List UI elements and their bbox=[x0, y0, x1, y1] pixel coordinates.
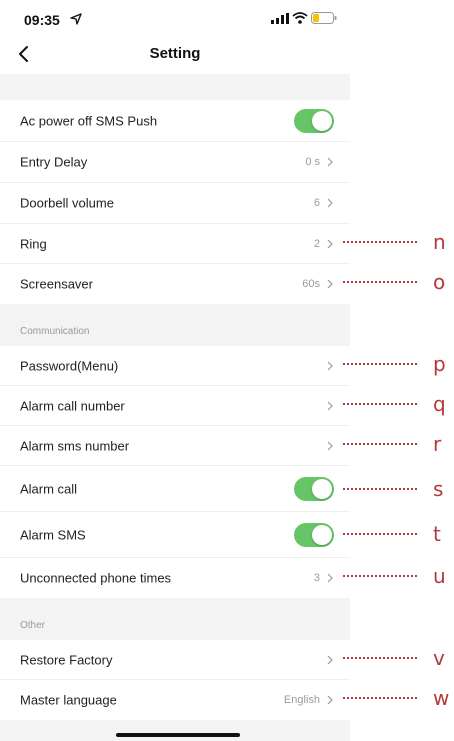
row-doorbell-volume[interactable]: Doorbell volume 6 bbox=[0, 183, 350, 224]
location-arrow-icon bbox=[70, 13, 82, 25]
annotation-p: p bbox=[343, 352, 448, 376]
row-screensaver[interactable]: Screensaver 60s bbox=[0, 264, 350, 304]
row-value: 0 s bbox=[305, 156, 320, 168]
annotation-letter: v bbox=[433, 646, 445, 670]
row-value: English bbox=[283, 694, 320, 706]
chevron-right-icon bbox=[327, 655, 333, 664]
row-label: Ac power off SMS Push bbox=[20, 113, 158, 128]
row-ring[interactable]: Ring 2 bbox=[0, 224, 350, 264]
row-alarm-call: Alarm call bbox=[0, 466, 350, 512]
row-entry-delay[interactable]: Entry Delay 0 s bbox=[0, 142, 350, 183]
section-gap bbox=[0, 74, 350, 100]
annotation-leader bbox=[343, 697, 417, 699]
row-value: 2 bbox=[313, 237, 320, 250]
annotation-w: w bbox=[343, 686, 450, 710]
annotation-u: u bbox=[343, 564, 448, 588]
annotation-letter: u bbox=[433, 564, 446, 588]
chevron-right-icon bbox=[327, 441, 333, 450]
annotation-q: q bbox=[343, 392, 448, 416]
row-label: Screensaver bbox=[20, 276, 93, 292]
annotation-v: v bbox=[343, 646, 448, 670]
annotation-leader bbox=[343, 533, 417, 535]
toggle-knob bbox=[312, 478, 332, 499]
annotation-o: o bbox=[343, 270, 448, 294]
section-header-communication: Communication bbox=[0, 304, 350, 346]
annotation-letter: p bbox=[433, 352, 446, 376]
row-label: Doorbell volume bbox=[20, 195, 114, 211]
annotation-leader bbox=[343, 363, 417, 365]
annotation-leader bbox=[343, 241, 417, 243]
toggle-knob bbox=[312, 110, 332, 131]
chevron-right-icon bbox=[327, 198, 333, 208]
toggle-knob bbox=[312, 524, 332, 545]
alarm-sms-toggle[interactable] bbox=[294, 522, 334, 547]
annotation-n: n bbox=[343, 230, 448, 254]
wifi-icon bbox=[292, 12, 308, 24]
annotation-leader bbox=[343, 403, 417, 405]
chevron-right-icon bbox=[327, 279, 333, 289]
row-restore-factory[interactable]: Restore Factory bbox=[0, 640, 350, 680]
chevron-right-icon bbox=[327, 157, 333, 167]
alarm-call-toggle[interactable] bbox=[294, 476, 334, 501]
row-label: Unconnected phone times bbox=[20, 570, 172, 586]
row-value: 6 bbox=[313, 197, 320, 209]
section-label: Communication bbox=[20, 326, 90, 337]
chevron-right-icon bbox=[327, 361, 333, 370]
annotation-letter: s bbox=[433, 477, 444, 501]
phone-screen: 09:35 Setting Ac power off SMS Push Entr… bbox=[0, 0, 350, 741]
row-label: Restore Factory bbox=[20, 652, 113, 667]
row-label: Alarm call bbox=[20, 481, 78, 496]
section-label: Other bbox=[20, 620, 46, 631]
row-master-language[interactable]: Master language English bbox=[0, 680, 350, 720]
nav-bar: Setting bbox=[0, 34, 350, 74]
row-alarm-call-number[interactable]: Alarm call number bbox=[0, 386, 350, 426]
annotation-letter: t bbox=[433, 522, 441, 546]
annotation-letter: o bbox=[433, 270, 446, 294]
row-label: Alarm sms number bbox=[20, 438, 130, 453]
row-label: Entry Delay bbox=[20, 154, 88, 170]
bottom-gap bbox=[0, 720, 350, 741]
annotation-leader bbox=[343, 575, 417, 577]
annotation-leader bbox=[343, 443, 417, 445]
annotation-leader bbox=[343, 281, 417, 283]
row-alarm-sms-number[interactable]: Alarm sms number bbox=[0, 426, 350, 466]
annotation-t: t bbox=[343, 522, 448, 546]
annotation-letter: q bbox=[433, 392, 446, 416]
annotation-letter: w bbox=[433, 686, 450, 710]
status-bar: 09:35 bbox=[0, 0, 350, 34]
annotation-r: r bbox=[343, 432, 448, 456]
battery-icon bbox=[311, 12, 337, 24]
annotation-leader bbox=[343, 488, 417, 490]
row-label: Alarm SMS bbox=[20, 527, 86, 542]
ac-power-sms-toggle[interactable] bbox=[294, 108, 334, 133]
annotation-letter: n bbox=[433, 230, 446, 254]
row-alarm-sms: Alarm SMS bbox=[0, 512, 350, 558]
row-value: 60s bbox=[302, 278, 320, 290]
row-label: Alarm call number bbox=[20, 398, 125, 413]
section-header-other: Other bbox=[0, 598, 350, 640]
row-value: 3 bbox=[313, 572, 320, 584]
chevron-right-icon bbox=[327, 401, 333, 410]
chevron-right-icon bbox=[327, 573, 333, 583]
status-time: 09:35 bbox=[24, 12, 60, 28]
row-label: Password(Menu) bbox=[20, 358, 119, 373]
chevron-right-icon bbox=[327, 239, 333, 248]
row-password-menu[interactable]: Password(Menu) bbox=[0, 346, 350, 386]
row-ac-power-off-sms-push: Ac power off SMS Push bbox=[0, 100, 350, 142]
home-indicator bbox=[116, 733, 240, 737]
signal-icon bbox=[271, 13, 289, 24]
row-unconnected-phone-times[interactable]: Unconnected phone times 3 bbox=[0, 558, 350, 598]
annotation-s: s bbox=[343, 477, 448, 501]
annotation-leader bbox=[343, 657, 417, 659]
chevron-right-icon bbox=[327, 695, 333, 705]
annotation-letter: r bbox=[433, 432, 442, 456]
page-title: Setting bbox=[149, 45, 201, 62]
row-label: Master language bbox=[20, 692, 117, 708]
row-label: Ring bbox=[20, 236, 47, 251]
